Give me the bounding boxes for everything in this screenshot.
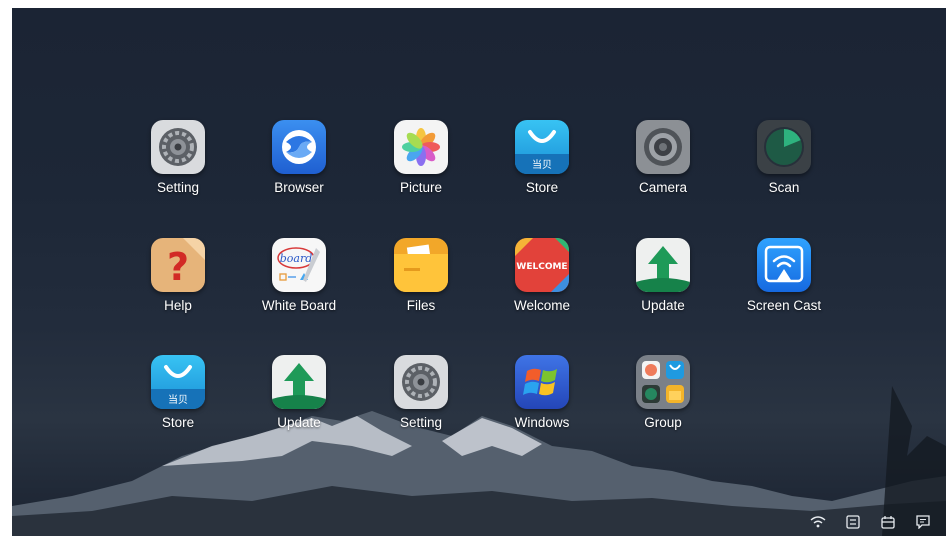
up-arrow-icon <box>272 355 326 409</box>
app-label: Help <box>164 298 192 313</box>
windows-logo-icon <box>515 355 569 409</box>
app-help[interactable]: ? Help <box>123 238 233 328</box>
app-label: Update <box>641 298 685 313</box>
app-group-icon <box>636 355 690 409</box>
wifi-cast-icon <box>757 238 811 292</box>
app-label: Setting <box>156 180 200 195</box>
gear-icon <box>394 355 448 409</box>
folder-icon <box>394 238 448 292</box>
app-label: Picture <box>399 180 443 195</box>
calendar-icon[interactable] <box>879 515 897 529</box>
app-label: Files <box>406 298 436 313</box>
app-label: Screen Cast <box>746 298 822 313</box>
shopping-bag-icon: 当贝 <box>151 355 205 409</box>
svg-text:?: ? <box>167 245 189 289</box>
svg-text:当贝: 当贝 <box>168 393 188 406</box>
app-label: Store <box>525 180 559 195</box>
svg-text:WELCOME: WELCOME <box>516 262 567 272</box>
app-setting[interactable]: Setting <box>123 120 233 210</box>
app-label: Store <box>161 415 195 430</box>
app-update[interactable]: Update <box>608 238 718 328</box>
app-white-board[interactable]: board White Board <box>244 238 354 328</box>
app-screen-cast[interactable]: Screen Cast <box>729 238 839 328</box>
browser-icon <box>272 120 326 174</box>
question-mark-icon: ? <box>151 238 205 292</box>
app-store[interactable]: 当贝 Store <box>123 355 233 445</box>
app-label: Camera <box>638 180 687 195</box>
app-browser[interactable]: Browser <box>244 120 354 210</box>
gear-icon <box>151 120 205 174</box>
app-label: Scan <box>768 180 800 195</box>
up-arrow-icon <box>636 238 690 292</box>
app-camera[interactable]: Camera <box>608 120 718 210</box>
welcome-icon: WELCOME <box>515 238 569 292</box>
app-picture[interactable]: Picture <box>366 120 476 210</box>
app-label: Browser <box>274 180 324 195</box>
app-label: Setting <box>399 415 443 430</box>
whiteboard-icon: board <box>272 238 326 292</box>
radar-icon <box>757 120 811 174</box>
wifi-icon[interactable] <box>809 515 827 529</box>
desktop: Setting Browser Picture 当贝 Store Camera … <box>12 8 946 536</box>
settings-panel-icon[interactable] <box>844 515 862 529</box>
svg-text:当贝: 当贝 <box>532 158 552 171</box>
pinwheel-icon <box>394 120 448 174</box>
app-setting[interactable]: Setting <box>366 355 476 445</box>
app-label: Update <box>277 415 321 430</box>
app-store[interactable]: 当贝 Store <box>487 120 597 210</box>
message-icon[interactable] <box>914 515 932 529</box>
app-label: White Board <box>261 298 337 313</box>
app-files[interactable]: Files <box>366 238 476 328</box>
svg-text:board: board <box>280 252 313 265</box>
app-scan[interactable]: Scan <box>729 120 839 210</box>
app-update[interactable]: Update <box>244 355 354 445</box>
camera-lens-icon <box>636 120 690 174</box>
app-label: Group <box>644 415 682 430</box>
shopping-bag-icon: 当贝 <box>515 120 569 174</box>
app-group[interactable]: Group <box>608 355 718 445</box>
app-label: Welcome <box>513 298 571 313</box>
app-label: Windows <box>514 415 570 430</box>
app-windows[interactable]: Windows <box>487 355 597 445</box>
app-welcome[interactable]: WELCOME Welcome <box>487 238 597 328</box>
